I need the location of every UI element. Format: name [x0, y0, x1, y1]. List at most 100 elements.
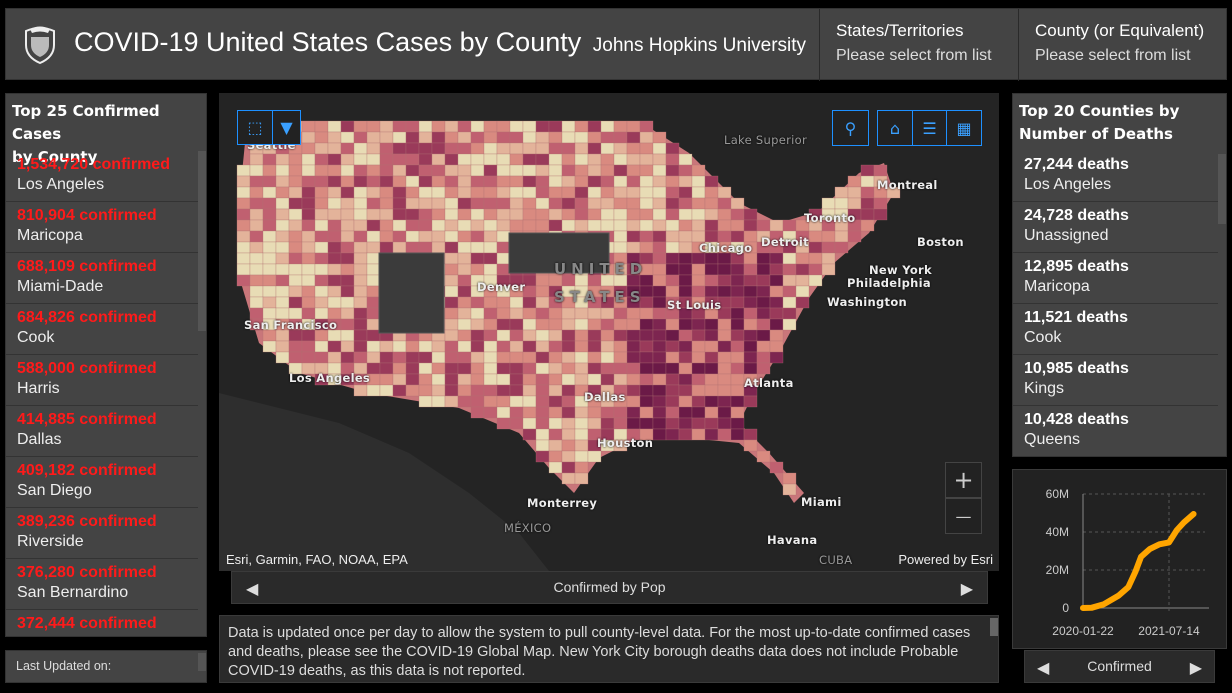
county-shape[interactable]: [730, 197, 745, 210]
county-shape[interactable]: [808, 263, 823, 276]
county-shape[interactable]: [535, 417, 550, 430]
county-shape[interactable]: [561, 450, 576, 463]
county-shape[interactable]: [288, 351, 303, 364]
county-shape[interactable]: [795, 274, 810, 287]
county-shape[interactable]: [574, 472, 589, 485]
county-shape[interactable]: [444, 384, 459, 397]
county-shape[interactable]: [522, 417, 537, 430]
dropdown-icon[interactable]: ▼: [272, 110, 301, 145]
county-shape[interactable]: [600, 373, 615, 386]
county-shape[interactable]: [613, 406, 628, 419]
county-shape[interactable]: [626, 197, 641, 210]
county-shape[interactable]: [678, 384, 693, 397]
county-shape[interactable]: [366, 120, 381, 133]
county-shape[interactable]: [470, 230, 485, 243]
county-shape[interactable]: [587, 351, 602, 364]
county-shape[interactable]: [782, 472, 797, 485]
county-shape[interactable]: [366, 329, 381, 342]
county-shape[interactable]: [821, 230, 836, 243]
county-shape[interactable]: [613, 351, 628, 364]
county-shape[interactable]: [418, 373, 433, 386]
county-shape[interactable]: [626, 175, 641, 188]
county-shape[interactable]: [353, 175, 368, 188]
county-shape[interactable]: [249, 241, 264, 254]
county-shape[interactable]: [431, 351, 446, 364]
county-shape[interactable]: [392, 230, 407, 243]
county-shape[interactable]: [444, 340, 459, 353]
county-shape[interactable]: [457, 241, 472, 254]
county-shape[interactable]: [262, 175, 277, 188]
county-shape[interactable]: [522, 307, 537, 320]
county-shape[interactable]: [444, 164, 459, 177]
county-shape[interactable]: [366, 186, 381, 199]
county-shape[interactable]: [431, 175, 446, 188]
county-shape[interactable]: [613, 307, 628, 320]
county-shape[interactable]: [665, 153, 680, 166]
county-shape[interactable]: [600, 131, 615, 144]
county-shape[interactable]: [470, 307, 485, 320]
county-shape[interactable]: [600, 417, 615, 430]
county-shape[interactable]: [262, 219, 277, 232]
county-shape[interactable]: [691, 318, 706, 331]
county-shape[interactable]: [743, 307, 758, 320]
county-shape[interactable]: [561, 373, 576, 386]
county-shape[interactable]: [353, 384, 368, 397]
county-shape[interactable]: [717, 406, 732, 419]
county-shape[interactable]: [366, 131, 381, 144]
map-view[interactable]: Seattle Lake Superior Montreal Toronto Bosto…: [219, 93, 999, 571]
county-shape[interactable]: [431, 142, 446, 155]
county-shape[interactable]: [340, 186, 355, 199]
county-shape[interactable]: [782, 252, 797, 265]
county-shape[interactable]: [639, 175, 654, 188]
county-shape[interactable]: [639, 197, 654, 210]
county-shape[interactable]: [236, 186, 251, 199]
county-shape[interactable]: [574, 142, 589, 155]
county-shape[interactable]: [652, 351, 667, 364]
county-shape[interactable]: [275, 274, 290, 287]
county-shape[interactable]: [301, 241, 316, 254]
county-shape[interactable]: [626, 340, 641, 353]
county-shape[interactable]: [795, 296, 810, 309]
county-shape[interactable]: [756, 296, 771, 309]
county-shape[interactable]: [301, 252, 316, 265]
county-shape[interactable]: [678, 428, 693, 441]
county-shape[interactable]: [366, 219, 381, 232]
county-shape[interactable]: [470, 131, 485, 144]
county-shape[interactable]: [509, 164, 524, 177]
county-shape[interactable]: [782, 285, 797, 298]
county-shape[interactable]: [600, 208, 615, 221]
county-shape[interactable]: [548, 417, 563, 430]
county-shape[interactable]: [730, 208, 745, 221]
county-shape[interactable]: [626, 219, 641, 232]
county-shape[interactable]: [314, 274, 329, 287]
county-shape[interactable]: [288, 208, 303, 221]
county-shape[interactable]: [301, 175, 316, 188]
county-shape[interactable]: [704, 329, 719, 342]
county-shape[interactable]: [405, 362, 420, 375]
county-shape[interactable]: [769, 340, 784, 353]
county-shape[interactable]: [405, 373, 420, 386]
county-shape[interactable]: [639, 219, 654, 232]
county-shape[interactable]: [769, 252, 784, 265]
county-shape[interactable]: [301, 274, 316, 287]
county-shape[interactable]: [431, 208, 446, 221]
county-shape[interactable]: [314, 164, 329, 177]
county-shape[interactable]: [327, 285, 342, 298]
county-shape[interactable]: [548, 373, 563, 386]
county-shape[interactable]: [652, 329, 667, 342]
county-shape[interactable]: [535, 406, 550, 419]
county-shape[interactable]: [561, 318, 576, 331]
county-shape[interactable]: [717, 219, 732, 232]
county-shape[interactable]: [652, 153, 667, 166]
county-shape[interactable]: [301, 142, 316, 155]
county-shape[interactable]: [509, 131, 524, 144]
county-shape[interactable]: [613, 164, 628, 177]
county-shape[interactable]: [730, 274, 745, 287]
county-shape[interactable]: [652, 175, 667, 188]
county-shape[interactable]: [418, 164, 433, 177]
county-shape[interactable]: [444, 120, 459, 133]
county-shape[interactable]: [652, 263, 667, 276]
county-shape[interactable]: [548, 461, 563, 474]
county-shape[interactable]: [795, 252, 810, 265]
county-shape[interactable]: [678, 274, 693, 287]
